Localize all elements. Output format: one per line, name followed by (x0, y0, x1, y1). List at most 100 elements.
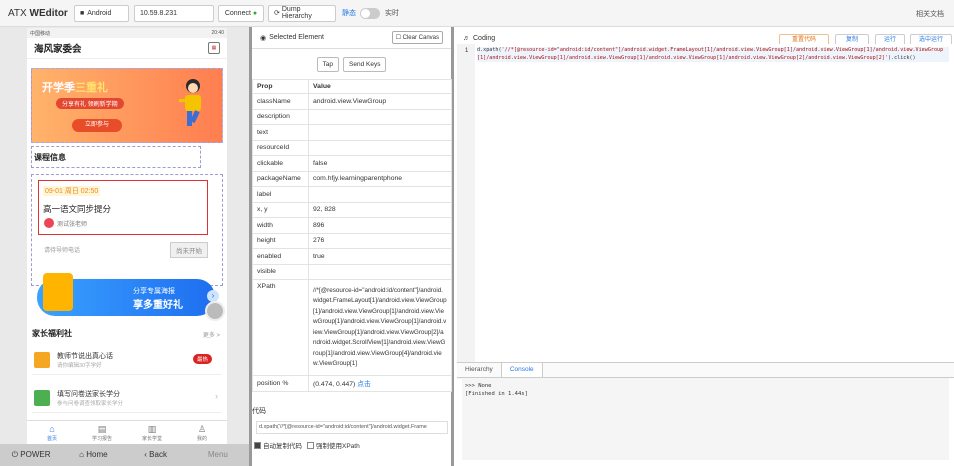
coding-title: Coding (473, 34, 496, 42)
prop-value[interactable] (308, 186, 452, 203)
prop-value[interactable] (308, 108, 452, 125)
generated-code-field[interactable]: d.xpath('//*[@resource-id="android:id/co… (256, 421, 448, 434)
menu-button[interactable]: Menu (187, 444, 249, 466)
music-note-icon: ♬ (463, 34, 470, 42)
prop-value[interactable] (308, 124, 452, 141)
prop-key: text (252, 124, 309, 141)
auto-copy-checkbox[interactable] (254, 441, 261, 449)
clock-text: 20:40 (211, 30, 224, 36)
banner-join-button[interactable]: 立即参与 (72, 119, 122, 132)
prop-value[interactable]: 92, 828 (308, 201, 452, 218)
prop-value[interactable] (308, 263, 452, 280)
welfare-item-title: 教师节说出真心话 (57, 353, 113, 360)
table-row: className android.view.ViewGroup (252, 93, 452, 110)
welfare-item-desc: 参与问卷调查领取家长学分 (57, 401, 124, 407)
force-xpath-checkbox[interactable] (307, 441, 314, 449)
prop-key: width (252, 217, 309, 234)
back-button[interactable]: ‹ Back (125, 444, 187, 466)
promo-banner[interactable]: 开学季三重礼 分享有礼 领刷新学期 立即参与 (31, 68, 223, 143)
hot-badge: 最热 (192, 354, 212, 364)
table-row: packageName com.hfjy.learningparentphone (252, 170, 452, 187)
prop-key: packageName (252, 170, 309, 187)
home-icon: ⌂ (49, 424, 55, 434)
connect-label: Connect (224, 9, 251, 17)
device-controls: ⏻ POWER ⌂ Home ‹ Back Menu (0, 444, 249, 466)
share-line1: 分享专属海报 (133, 288, 175, 295)
send-keys-button[interactable]: Send Keys (343, 56, 387, 72)
device-ip-input[interactable]: 10.59.8.231 (134, 4, 214, 22)
prop-value[interactable]: android.view.ViewGroup (308, 93, 452, 110)
calendar-icon[interactable]: ▦ (208, 42, 220, 54)
prop-key: height (252, 232, 309, 249)
welfare-item[interactable]: 填写问卷送家长学分 参与问卷调查领取家长学分 › (32, 383, 222, 413)
tab-home[interactable]: ⌂ 首页 (27, 421, 77, 444)
carrier-text: 中国移动 (30, 30, 51, 37)
tab-mine[interactable]: ♙ 我的 (177, 421, 227, 444)
tab-parent-school[interactable]: ▥ 家长学堂 (127, 421, 177, 444)
home-label: Home (86, 450, 108, 459)
table-row: x, y 92, 828 (252, 201, 452, 218)
prop-header: Prop (252, 79, 309, 94)
position-tap-link[interactable]: 点击 (357, 381, 371, 388)
power-label: POWER (20, 450, 51, 459)
coding-panel: ♬ Coding 重置代码 复制 运行 选中运行 1 d.xpath('//*[… (457, 27, 954, 466)
tab-study-report[interactable]: ▤ 学习报告 (77, 421, 127, 444)
welfare-item-title: 填写问卷送家长学分 (57, 391, 120, 398)
floating-assist-button[interactable] (205, 301, 225, 321)
prop-key: resourceId (252, 139, 309, 156)
prop-value[interactable]: 896 (308, 217, 452, 234)
prop-key: clickable (252, 155, 309, 172)
prop-value[interactable]: false (308, 155, 452, 172)
tab-label: 首页 (46, 436, 57, 442)
plug-icon: ● (252, 9, 258, 17)
banner-title-part2: 三重礼 (75, 82, 108, 94)
code-string: '//*[@resource-id="android:id/content"]/… (477, 47, 944, 61)
code-line[interactable]: d.xpath('//*[@resource-id="android:id/co… (477, 47, 949, 62)
welfare-item-desc: 请你编辑30字学好 (57, 363, 102, 369)
console-line: [Finished in 1.44s] (465, 391, 528, 397)
user-icon: ♙ (197, 424, 207, 434)
back-label: Back (149, 450, 167, 459)
tab-hierarchy[interactable]: Hierarchy (457, 363, 501, 377)
book-icon: ▥ (147, 424, 157, 434)
power-icon: ⏻ (11, 450, 21, 459)
prop-value[interactable]: true (308, 248, 452, 265)
not-started-button[interactable]: 尚未开始 (170, 242, 208, 258)
dump-hierarchy-button[interactable]: ⟳ Dump Hierarchy (268, 4, 336, 22)
code-options: 自动复制代码 强制使用XPath (254, 440, 360, 450)
tap-button[interactable]: Tap (316, 56, 340, 72)
banner-title: 开学季三重礼 (42, 79, 108, 95)
prop-value[interactable] (308, 139, 452, 156)
home-button[interactable]: ⌂ Home (62, 444, 124, 466)
welfare-section-heading: 家长福利社 (32, 329, 72, 338)
welfare-item[interactable]: 教师节说出真心话 请你编辑30字学好 最热 (32, 345, 222, 375)
code-editor[interactable]: 1 d.xpath('//*[@resource-id="android:id/… (457, 44, 954, 379)
help-docs-link[interactable]: 相关文档 (916, 9, 944, 19)
banner-subtitle: 分享有礼 领刷新学期 (56, 98, 124, 109)
target-icon: ◉ (260, 34, 267, 42)
prop-value[interactable]: com.hfjy.learningparentphone (308, 170, 452, 187)
device-screenshot[interactable]: 中国移动 20:40 海风家委会 ▦ 开学季三重礼 分享有礼 领刷新学期 立即参… (27, 28, 227, 444)
live-mode-toggle[interactable] (360, 7, 380, 19)
clear-canvas-checkbox[interactable]: ☐ Clear Canvas (391, 31, 443, 44)
welfare-more-link[interactable]: 更多 > (203, 330, 220, 339)
platform-select[interactable]: ■ Android (74, 4, 129, 22)
course-card-selected[interactable]: 09-01 周日 02:50 高一语文同步提分 测试张老师 (38, 180, 208, 235)
table-header-row: Prop Value (252, 79, 452, 94)
power-button[interactable]: ⏻ POWER (0, 444, 62, 466)
prop-value[interactable]: 276 (308, 232, 452, 249)
prop-key: description (252, 108, 309, 125)
top-toolbar: ATX WEditor ■ Android 10.59.8.231 Connec… (0, 0, 954, 27)
report-icon: ▤ (97, 424, 107, 434)
line-number: 1 (465, 48, 469, 54)
selected-element-title: Selected Element (269, 34, 324, 41)
console-line: >>> None (465, 383, 492, 389)
xpath-value[interactable]: //*[@resource-id="android:id/content"]/a… (308, 279, 452, 376)
tab-console[interactable]: Console (500, 363, 543, 377)
connect-button[interactable]: Connect ● (218, 4, 264, 22)
device-statusbar: 中国移动 20:40 (27, 28, 227, 38)
course-time: 09-01 周日 02:50 (43, 186, 101, 196)
position-value-cell: (0.474, 0.447) 点击 (308, 375, 452, 392)
app-brand: ATX WEditor (8, 8, 70, 19)
dump-label: Dump Hierarchy (281, 6, 312, 20)
